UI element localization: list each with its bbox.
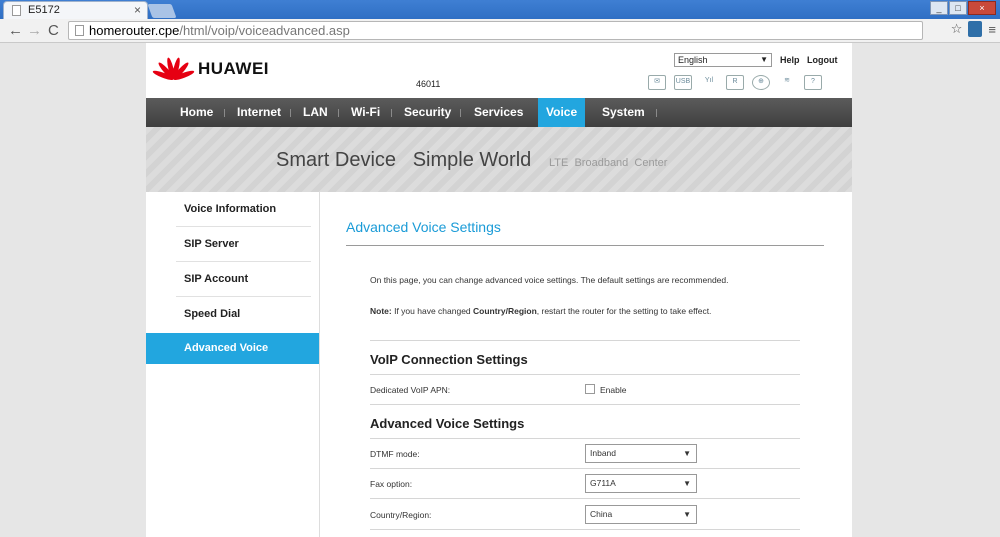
tab-close-icon[interactable]: × <box>134 3 141 17</box>
browser-tab-strip: E5172 × _ □ × <box>0 0 1000 19</box>
page-icon <box>12 5 21 16</box>
divider <box>370 468 800 469</box>
minimize-icon[interactable]: _ <box>930 1 948 15</box>
browser-toolbar: ← → C homerouter.cpe/html/voip/voiceadva… <box>0 19 1000 43</box>
note-label: Note: <box>370 306 392 316</box>
maximize-icon[interactable]: □ <box>949 1 967 15</box>
mail-icon[interactable]: ✉ <box>648 75 666 90</box>
browser-tab[interactable]: E5172 × <box>3 1 148 19</box>
page-note: Note: If you have changed Country/Region… <box>370 306 711 316</box>
internet-globe-icon: ⊕ <box>752 75 770 90</box>
sidebar-item-speed-dial[interactable]: Speed Dial <box>146 297 319 332</box>
chevron-down-icon: ▼ <box>683 449 691 458</box>
banner-slogan: Smart Device Simple World <box>276 149 532 171</box>
nav-system[interactable]: System <box>602 98 645 127</box>
extension-icon[interactable] <box>968 21 983 37</box>
sidebar-item-label: Speed Dial <box>184 308 241 320</box>
nav-wifi[interactable]: Wi-Fi <box>351 98 380 127</box>
country-region-select[interactable]: China ▼ <box>585 505 697 524</box>
dtmf-mode-label: DTMF mode: <box>370 449 420 459</box>
window-close-icon[interactable]: × <box>968 1 996 15</box>
huawei-logo: HUAWEI <box>151 55 269 83</box>
usb-icon: USB <box>674 75 692 90</box>
divider <box>370 374 800 375</box>
browser-menu-icon[interactable]: ≡ <box>988 22 996 37</box>
reload-icon[interactable]: C <box>48 22 59 39</box>
dedicated-apn-label: Dedicated VoIP APN: <box>370 385 451 395</box>
dtmf-mode-value: Inband <box>590 448 616 458</box>
signal-icon: Yıl <box>704 77 714 84</box>
main-navigation: Home Internet LAN Wi-Fi Security Service… <box>146 98 852 127</box>
bookmark-star-icon[interactable]: ☆ <box>951 21 963 37</box>
chevron-down-icon: ▼ <box>683 479 691 488</box>
page-title: Advanced Voice Settings <box>346 219 501 235</box>
help-icon[interactable]: ? <box>804 75 822 90</box>
sidebar-item-voice-information[interactable]: Voice Information <box>146 192 319 227</box>
page-icon <box>75 25 84 36</box>
nav-internet[interactable]: Internet <box>237 98 281 127</box>
help-link[interactable]: Help <box>780 55 800 65</box>
sidebar-item-label: Voice Information <box>184 203 277 215</box>
sidebar-item-label: SIP Account <box>184 273 249 285</box>
country-region-value: China <box>590 509 613 519</box>
logout-link[interactable]: Logout <box>807 55 838 65</box>
model-number: 46011 <box>416 79 441 89</box>
url-host: homerouter.cpe <box>89 23 180 38</box>
sidebar-item-sip-account[interactable]: SIP Account <box>146 262 319 297</box>
nav-home[interactable]: Home <box>180 98 213 127</box>
country-region-label: Country/Region: <box>370 510 432 520</box>
banner-subtitle: LTE Broadband Center <box>549 157 668 169</box>
note-text-end: , restart the router for the setting to … <box>536 306 712 316</box>
new-tab-button[interactable] <box>147 4 177 18</box>
url-path: /html/voip/voiceadvanced.asp <box>179 23 350 38</box>
forward-arrow-icon[interactable]: → <box>27 22 42 39</box>
sidebar: Voice Information SIP Server SIP Account… <box>146 192 319 537</box>
nav-security[interactable]: Security <box>404 98 451 127</box>
section-heading-advanced: Advanced Voice Settings <box>370 416 525 431</box>
nav-lan[interactable]: LAN <box>303 98 328 127</box>
fax-option-value: G711A <box>590 478 616 488</box>
fax-option-label: Fax option: <box>370 479 413 489</box>
divider <box>370 340 800 341</box>
note-emphasis: Country/Region <box>473 306 537 316</box>
dedicated-apn-checkbox-label[interactable]: Enable <box>600 385 626 395</box>
language-select[interactable]: English ▼ <box>674 53 772 67</box>
router-page: HUAWEI 46011 English ▼ Help Logout ✉ USB… <box>146 43 852 537</box>
url-text: homerouter.cpe/html/voip/voiceadvanced.a… <box>89 23 350 38</box>
banner: Smart Device Simple World LTE Broadband … <box>146 127 852 192</box>
chevron-down-icon: ▼ <box>683 510 691 519</box>
note-text-start: If you have changed <box>391 306 474 316</box>
sidebar-item-advanced-voice[interactable]: Advanced Voice <box>146 333 319 364</box>
sidebar-item-label: SIP Server <box>184 238 239 250</box>
chevron-down-icon: ▼ <box>760 55 768 64</box>
status-icons: ✉ USB Yıl R ⊕ ≋ ? <box>648 75 822 90</box>
main-content: Advanced Voice Settings On this page, yo… <box>320 192 852 537</box>
divider <box>370 529 800 530</box>
dtmf-mode-select[interactable]: Inband ▼ <box>585 444 697 463</box>
tab-title: E5172 <box>28 4 60 16</box>
divider <box>370 438 800 439</box>
toolbar-right: ☆ ≡ <box>951 21 996 37</box>
section-heading-voip: VoIP Connection Settings <box>370 352 528 367</box>
language-value: English <box>678 55 708 65</box>
window-controls: _ □ × <box>930 1 996 15</box>
dedicated-apn-checkbox[interactable] <box>585 384 595 394</box>
address-bar[interactable]: homerouter.cpe/html/voip/voiceadvanced.a… <box>68 21 923 40</box>
divider <box>370 498 800 499</box>
roaming-icon: R <box>726 75 744 90</box>
back-arrow-icon[interactable]: ← <box>8 22 23 39</box>
page-description: On this page, you can change advanced vo… <box>370 275 729 285</box>
nav-voice[interactable]: Voice <box>538 98 586 127</box>
sidebar-item-sip-server[interactable]: SIP Server <box>146 227 319 262</box>
huawei-petal-icon <box>151 55 196 83</box>
brand-name: HUAWEI <box>198 59 269 78</box>
nav-services[interactable]: Services <box>474 98 523 127</box>
title-divider <box>346 245 824 246</box>
divider <box>370 404 800 405</box>
wifi-icon: ≋ <box>784 77 790 84</box>
fax-option-select[interactable]: G711A ▼ <box>585 474 697 493</box>
sidebar-item-label: Advanced Voice <box>184 342 269 354</box>
